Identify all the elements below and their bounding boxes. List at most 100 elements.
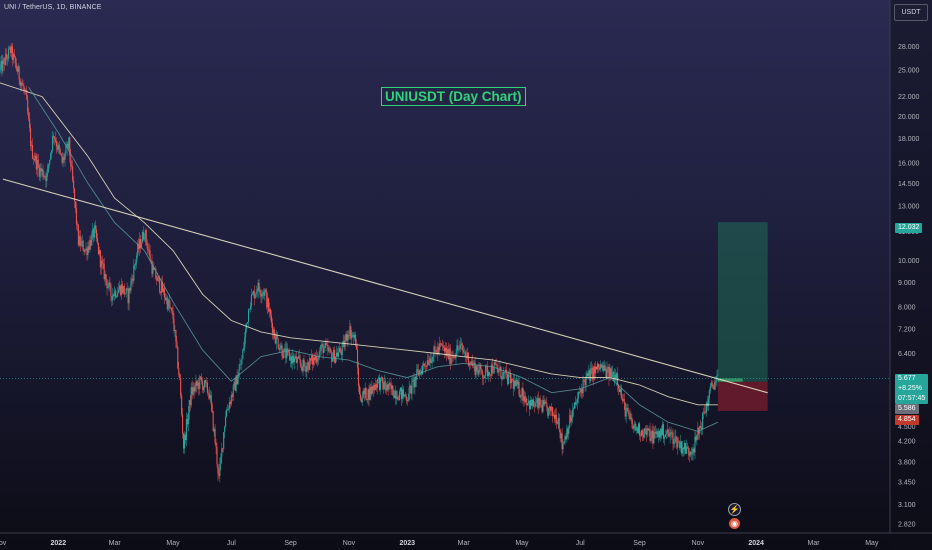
candle-body <box>249 306 252 310</box>
candle <box>306 362 308 379</box>
candle <box>193 382 195 399</box>
candle <box>455 349 457 364</box>
candle-body <box>122 286 124 293</box>
candle-body <box>561 433 563 450</box>
candle <box>389 381 391 387</box>
candle-body <box>313 357 316 361</box>
candle-body <box>660 428 663 436</box>
candle <box>571 410 573 426</box>
candle-body <box>427 360 429 365</box>
candle <box>76 220 78 232</box>
candle <box>556 420 558 425</box>
candle-body <box>537 398 539 408</box>
candle <box>51 149 53 159</box>
candle <box>184 432 187 444</box>
candle <box>700 419 702 429</box>
candle-body <box>0 61 2 68</box>
candle-body <box>0 67 1 70</box>
candle <box>534 395 536 408</box>
candle-body <box>259 289 261 295</box>
candle-body <box>75 208 78 225</box>
candle-body <box>189 399 191 405</box>
candle <box>404 391 406 398</box>
candle <box>280 341 282 350</box>
candle <box>69 136 71 163</box>
candle <box>58 141 60 155</box>
candle-body <box>676 436 678 448</box>
candle <box>118 280 121 293</box>
candle-body <box>283 348 285 358</box>
candle-body <box>146 242 148 250</box>
candle <box>201 373 203 385</box>
price-chart[interactable]: 32.00028.00025.00022.00020.00018.00016.0… <box>0 0 932 550</box>
candle-body <box>712 384 714 387</box>
candle-body <box>420 370 422 372</box>
candle <box>473 359 475 372</box>
candle <box>303 354 305 372</box>
candle <box>206 380 208 396</box>
currency-button[interactable]: USDT <box>894 4 928 21</box>
candle-body <box>86 248 88 256</box>
flash-icon[interactable]: ⚡ <box>728 503 741 516</box>
candle <box>64 151 66 167</box>
x-tick-label: Mar <box>458 540 471 547</box>
candle-body <box>117 289 120 294</box>
candle <box>17 63 19 72</box>
candle <box>182 432 185 454</box>
candle-body <box>300 363 302 367</box>
candle-body <box>652 430 654 444</box>
candle <box>374 382 376 394</box>
candle <box>78 230 80 248</box>
candle-body <box>671 432 673 433</box>
candle <box>416 364 418 388</box>
candle <box>5 47 7 66</box>
candle <box>415 374 417 388</box>
candle <box>523 389 525 407</box>
candle <box>227 405 230 412</box>
candle-body <box>356 349 359 368</box>
chart-title-annotation[interactable]: UNIUSDT (Day Chart) <box>381 87 526 106</box>
candle <box>529 400 531 417</box>
candle-body <box>285 348 287 359</box>
candle <box>539 395 541 408</box>
candle-body <box>268 298 270 312</box>
candle <box>642 429 644 441</box>
candle <box>3 57 5 65</box>
candle-body <box>23 85 25 90</box>
candle-body <box>183 434 186 449</box>
candle <box>27 95 29 116</box>
dividend-icon[interactable]: ◉ <box>729 518 740 529</box>
candle <box>139 234 142 254</box>
candle <box>117 286 119 298</box>
candle-body <box>93 228 95 238</box>
candle-body <box>442 345 444 347</box>
candle-body <box>562 443 564 450</box>
candle-body <box>27 99 29 113</box>
candle-body <box>278 347 280 350</box>
candle <box>197 379 199 390</box>
candle <box>702 412 704 435</box>
candle <box>117 282 120 294</box>
candle <box>675 429 677 443</box>
candle-body <box>31 145 34 159</box>
candle <box>147 243 149 255</box>
candle-body <box>394 390 396 399</box>
candle-body <box>542 400 544 412</box>
candle <box>676 436 678 450</box>
candle <box>102 258 104 269</box>
candle-body <box>494 362 496 365</box>
candle-body <box>644 428 646 431</box>
candle-body <box>114 290 116 296</box>
candle-body <box>471 360 473 366</box>
candle <box>191 380 193 400</box>
candle <box>359 387 361 402</box>
candle <box>189 395 191 411</box>
candle-body <box>298 356 300 359</box>
candle <box>569 408 571 429</box>
candle-body <box>692 448 694 454</box>
candle <box>350 323 352 340</box>
candle-body <box>190 387 192 405</box>
candle <box>114 286 116 301</box>
candle <box>623 393 625 410</box>
candle-body <box>315 356 317 363</box>
